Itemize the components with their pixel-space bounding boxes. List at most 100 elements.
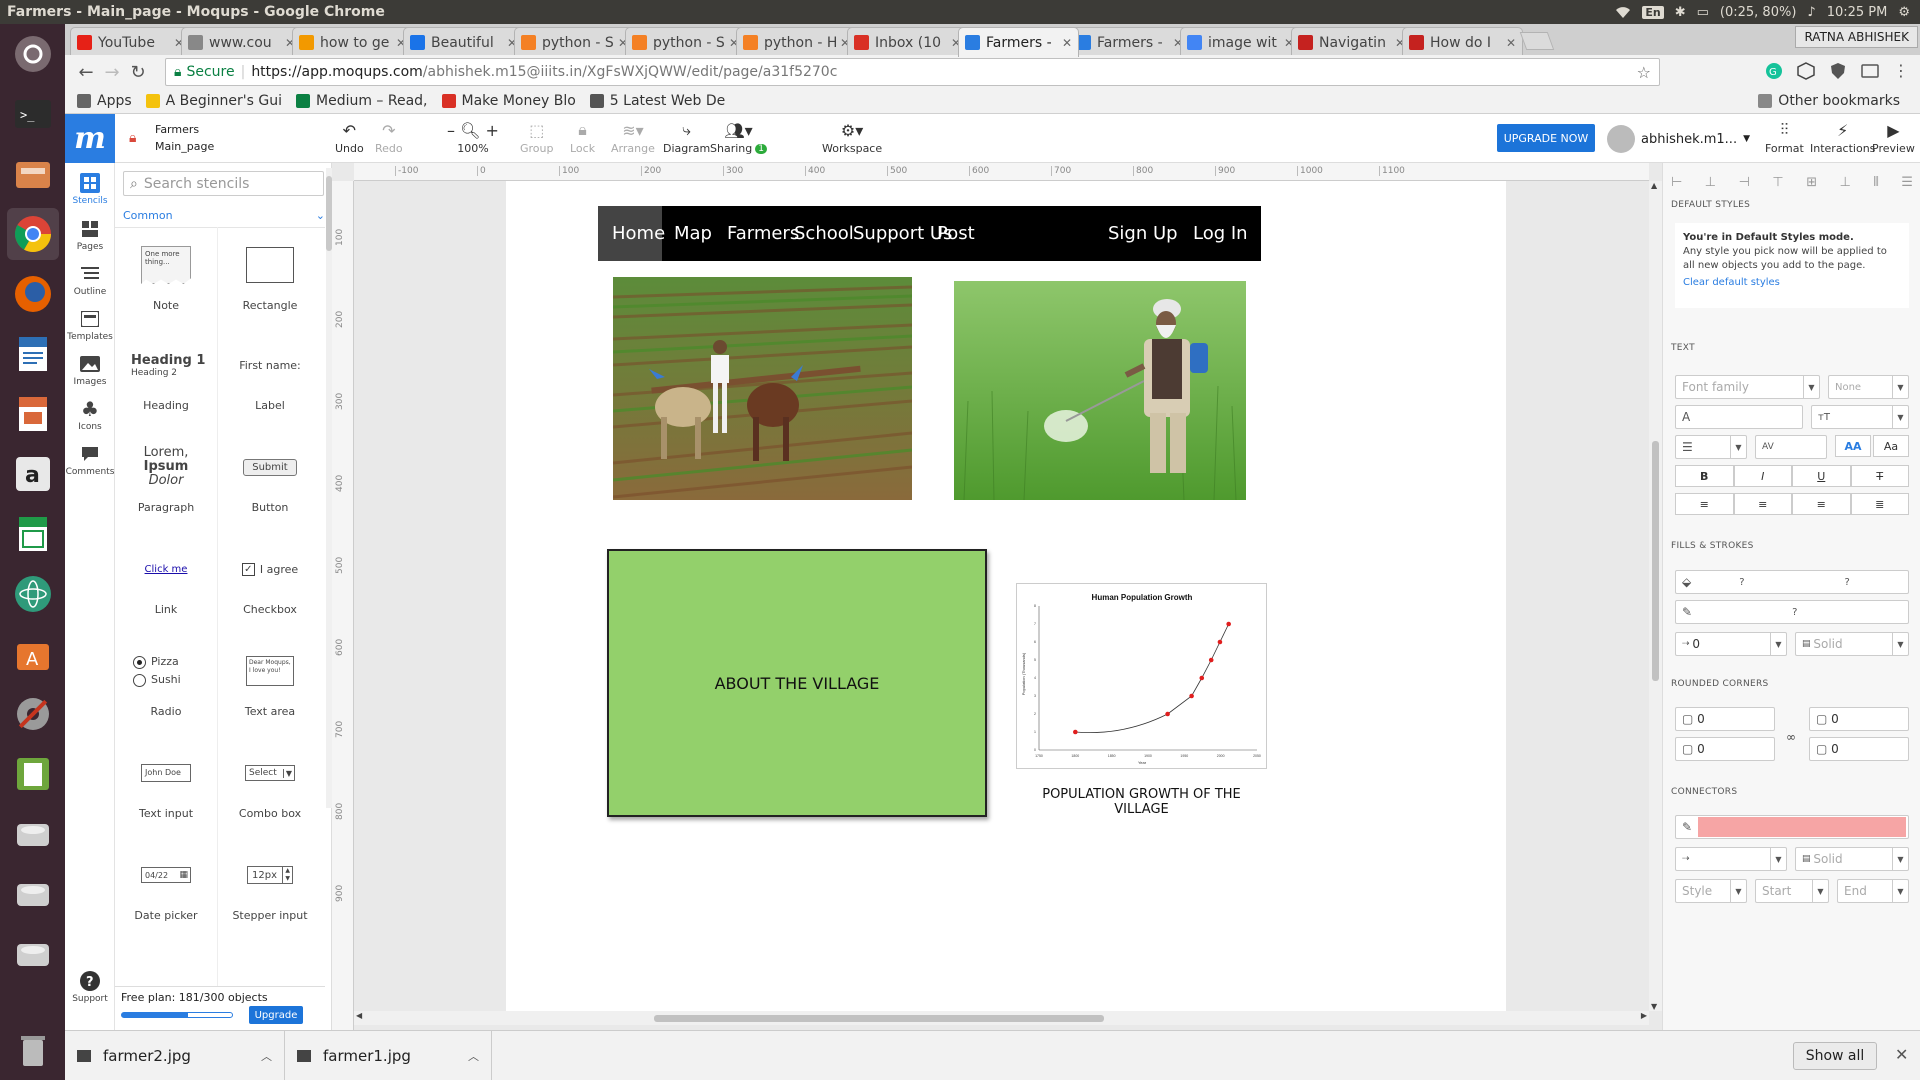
interactions-button[interactable]: ⚡︎ Interactions [1810,120,1875,156]
bookmark-item[interactable]: Make Money Blo [441,93,576,109]
letter-spacing-field[interactable]: AV [1755,435,1827,459]
download-item[interactable]: farmer1.jpg ︿ [285,1031,492,1080]
stencil-rectangle[interactable]: Rectangle [219,231,321,331]
new-tab-button[interactable] [1519,32,1555,50]
user-menu[interactable]: abhishek.m1... ▼ [1607,125,1750,153]
align-left-icon[interactable]: ⊢ [1671,175,1682,190]
browser-tab[interactable]: How do I ✕ [1402,27,1523,57]
rail-comments[interactable]: Comments [65,444,115,477]
sharing-button[interactable]: 👥︎▾ Sharing 1 [710,120,767,155]
files-icon[interactable] [7,148,59,200]
system-settings-icon[interactable] [7,688,59,740]
stroke-style-select[interactable]: ▤ Solid ▼ [1795,632,1909,656]
extension-box-icon[interactable] [1797,61,1815,80]
browser-tab[interactable]: Beautiful ✕ [403,27,524,57]
stencil-stepper-input[interactable]: 12px ▲ ▼ Stepper input [219,841,321,941]
ubuntu-dash-icon[interactable] [7,28,59,80]
drive-icon-1[interactable] [7,808,59,860]
align-top-icon[interactable]: ⊤ [1772,175,1783,190]
diagram-button[interactable]: ⤷ Diagram [663,120,710,155]
corner-top-right-field[interactable]: ▢ 0 [1809,707,1909,731]
scroll-right-arrow-icon[interactable]: ▶ [1641,1011,1647,1020]
show-all-button[interactable]: Show all [1793,1042,1877,1070]
wifi-icon[interactable] [1615,5,1631,19]
other-bookmarks[interactable]: Other bookmarks [1758,93,1900,109]
capitalize-button[interactable]: Aa [1873,435,1909,457]
impress-icon[interactable] [7,388,59,440]
text-align-right-icon[interactable]: ≡ [1792,493,1851,515]
align-bottom-icon[interactable]: ⊥ [1840,175,1851,190]
firefox-icon[interactable] [7,268,59,320]
amazon-icon[interactable]: a [7,448,59,500]
chevron-up-icon[interactable]: ︿ [468,1048,479,1064]
terminal-icon[interactable]: >_ [7,88,59,140]
drive-icon-3[interactable] [7,928,59,980]
battery-status[interactable]: (0:25, 80%) [1720,5,1797,20]
undo-button[interactable]: ↶ Undo [335,120,364,156]
category-dropdown[interactable]: Common ⌄ [115,205,325,225]
text-color-field[interactable]: A [1675,405,1803,429]
stencil-combo-box[interactable]: Select ▼ Combo box [219,739,321,839]
moqups-logo[interactable]: m [65,114,115,163]
browser-tab[interactable]: Farmers - ✕ [958,27,1079,57]
nav-post[interactable]: Post [927,206,985,261]
volume-icon[interactable]: ♪ [1807,5,1815,20]
browser-tab[interactable]: image wit ✕ [1180,27,1301,57]
extension-shield-icon[interactable] [1829,62,1847,80]
project-lock-icon[interactable]: 🔒︎ [129,130,136,146]
population-chart[interactable]: Human Population Growth Year Population … [1016,583,1267,769]
rail-icons[interactable]: ♣ Icons [65,397,115,432]
bookmark-item[interactable]: Apps [77,93,132,109]
zoom-control[interactable]: – 🔍︎ + 100% [447,120,499,156]
bookmark-item[interactable]: Medium – Read, [296,93,428,109]
chevron-up-icon[interactable]: ︿ [261,1048,272,1064]
stencil-radio[interactable]: Pizza Sushi Radio [115,637,217,737]
notes-app-icon[interactable] [7,748,59,800]
corner-top-left-field[interactable]: ▢ 0 [1675,707,1775,731]
chrome-profile-button[interactable]: RATNA ABHISHEK [1795,26,1918,48]
extension-cast-icon[interactable] [1861,62,1879,80]
group-button[interactable]: ⬚ Group [520,120,554,156]
rail-pages[interactable]: Pages [65,219,115,252]
text-align-center-icon[interactable]: ≡ [1733,493,1792,515]
preview-button[interactable]: ▶ Preview [1872,120,1915,156]
text-align-left-icon[interactable]: ≡ [1675,493,1734,515]
trash-icon[interactable] [7,1024,59,1076]
writer-icon[interactable] [7,328,59,380]
rail-outline[interactable]: Outline [65,264,115,297]
mockup-nav-bar[interactable]: Home Map Farmers School Support Us Post … [598,206,1261,261]
keyboard-layout[interactable]: En [1642,5,1664,19]
strikethrough-button[interactable]: T [1850,465,1909,487]
stencil-note[interactable]: One more thing... Note [115,231,217,331]
about-village-box[interactable]: ABOUT THE VILLAGE [607,549,987,817]
stencil-button[interactable]: Submit Button [219,433,321,533]
scroll-down-arrow-icon[interactable]: ▼ [1651,1002,1657,1011]
text-justify-icon[interactable]: ≣ [1850,493,1909,515]
clear-default-styles-link[interactable]: Clear default styles [1683,276,1901,290]
back-arrow-icon[interactable]: ← [73,62,99,83]
arrange-button[interactable]: ≋▾ Arrange [611,120,655,156]
align-right-icon[interactable]: ⊣ [1739,175,1750,190]
align-center-icon[interactable]: ⊥ [1705,175,1716,190]
close-icon[interactable]: ✕ [1895,1045,1908,1064]
bluetooth-icon[interactable]: ✱ [1675,5,1686,20]
horizontal-scrollbar[interactable]: ◀ ▶ [354,1011,1649,1025]
underline-button[interactable]: U [1792,465,1851,487]
tab-close-icon[interactable]: ✕ [1502,36,1516,50]
battery-icon[interactable]: ▭ [1697,5,1709,20]
connector-color-field[interactable]: ✎ [1675,815,1909,839]
nav-log-in[interactable]: Log In [1183,206,1258,261]
scroll-up-arrow-icon[interactable]: ▲ [1651,181,1657,190]
line-height-field[interactable]: ☰ ▼ [1675,435,1747,459]
distribute-v-icon[interactable]: ☰ [1901,175,1913,190]
software-center-icon[interactable]: A [7,628,59,680]
font-family-select[interactable]: Font family ▼ [1675,375,1820,399]
rail-images[interactable]: Images [65,354,115,387]
tab-close-icon[interactable]: ✕ [1058,36,1072,50]
browser-tab[interactable]: Navigatin ✕ [1291,27,1412,57]
address-bar[interactable]: 🔒︎ Secure | https://app.moqups.com/abhis… [165,58,1660,86]
stencil-heading[interactable]: Heading 1 Heading 2 Heading [115,331,217,431]
italic-button[interactable]: I [1733,465,1792,487]
bookmark-item[interactable]: A Beginner's Gui [145,93,282,109]
atom-icon[interactable] [7,568,59,620]
